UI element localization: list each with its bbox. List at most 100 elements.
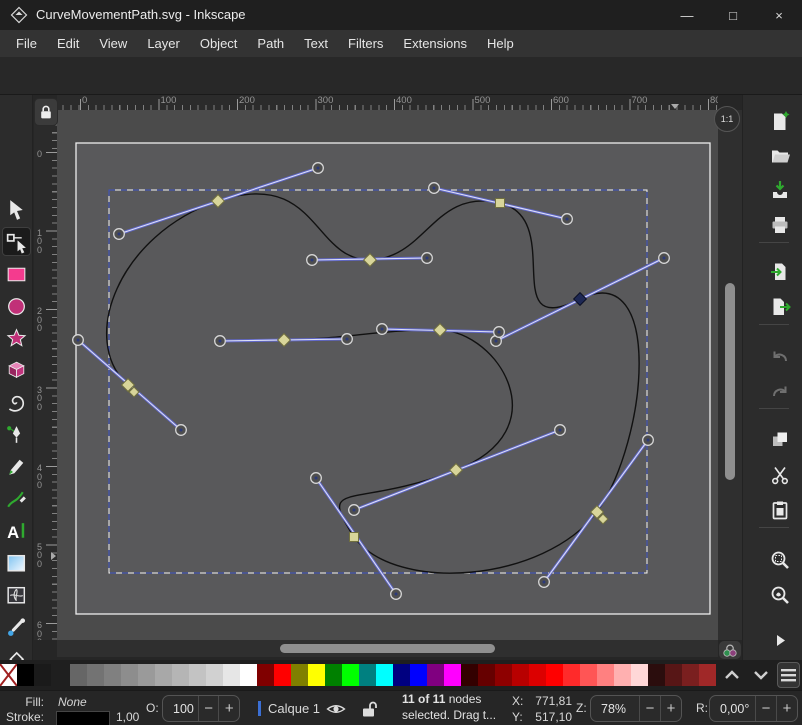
palette-swatch[interactable] bbox=[342, 664, 359, 686]
horizontal-scrollbar[interactable] bbox=[57, 640, 718, 657]
palette-swatch[interactable] bbox=[206, 664, 223, 686]
undo-icon[interactable] bbox=[769, 345, 791, 367]
palette-swatch[interactable] bbox=[461, 664, 478, 686]
palette-swatch[interactable] bbox=[512, 664, 529, 686]
palette-swatch[interactable] bbox=[121, 664, 138, 686]
open-document-icon[interactable] bbox=[769, 144, 791, 166]
opacity-increase-button[interactable]: + bbox=[218, 696, 239, 721]
vertical-ruler[interactable]: 0100200300400500600 bbox=[34, 110, 57, 640]
palette-swatch[interactable] bbox=[240, 664, 257, 686]
palette-swatch[interactable] bbox=[495, 664, 512, 686]
palette-swatch[interactable] bbox=[291, 664, 308, 686]
rotation-input[interactable]: 0,00° bbox=[710, 702, 755, 716]
maximize-button[interactable]: □ bbox=[710, 0, 756, 30]
ellipse-tool-icon[interactable] bbox=[4, 294, 29, 319]
mesh-gradient-tool-icon[interactable] bbox=[4, 583, 29, 608]
palette-swatch[interactable] bbox=[257, 664, 274, 686]
palette-swatch[interactable] bbox=[614, 664, 631, 686]
vertical-scrollbar-thumb[interactable] bbox=[725, 283, 735, 480]
zoom-selection-icon[interactable] bbox=[769, 549, 791, 571]
palette-swatch[interactable] bbox=[529, 664, 546, 686]
menu-item[interactable]: Text bbox=[294, 30, 338, 57]
fill-value[interactable]: None bbox=[58, 695, 87, 709]
close-button[interactable]: × bbox=[756, 0, 802, 30]
palette-swatch[interactable] bbox=[699, 664, 716, 686]
redo-icon[interactable] bbox=[769, 380, 791, 402]
rectangle-tool-icon[interactable] bbox=[4, 262, 29, 287]
palette-scroll-up-icon[interactable] bbox=[722, 667, 742, 683]
palette-swatch[interactable] bbox=[223, 664, 240, 686]
horizontal-ruler[interactable]: 0100200300400500600700800 bbox=[57, 95, 718, 110]
box-3d-tool-icon[interactable] bbox=[4, 358, 29, 383]
opacity-input[interactable]: 100 bbox=[163, 702, 198, 716]
zoom-input[interactable]: 78% bbox=[591, 702, 639, 716]
palette-swatch[interactable] bbox=[155, 664, 172, 686]
palette-swatch[interactable] bbox=[34, 664, 51, 686]
dropper-tool-icon[interactable] bbox=[4, 616, 29, 641]
palette-scroll-down-icon[interactable] bbox=[751, 667, 771, 683]
palette-swatch[interactable] bbox=[665, 664, 682, 686]
export-icon[interactable] bbox=[769, 296, 791, 318]
text-tool-icon[interactable]: A bbox=[4, 519, 29, 544]
minimize-button[interactable]: — bbox=[664, 0, 710, 30]
palette-swatch[interactable] bbox=[189, 664, 206, 686]
palette-menu-icon[interactable] bbox=[777, 662, 800, 688]
palette-swatch[interactable] bbox=[444, 664, 461, 686]
horizontal-scrollbar-thumb[interactable] bbox=[280, 644, 495, 653]
palette-none-swatch[interactable] bbox=[0, 664, 17, 686]
menu-item[interactable]: Layer bbox=[137, 30, 190, 57]
palette-swatch[interactable] bbox=[138, 664, 155, 686]
more-commands-icon[interactable] bbox=[769, 629, 791, 651]
palette-swatch[interactable] bbox=[70, 664, 87, 686]
save-document-icon[interactable] bbox=[769, 179, 791, 201]
layer-name[interactable]: Calque 1 bbox=[268, 701, 320, 716]
menu-item[interactable]: Path bbox=[247, 30, 294, 57]
layer-lock-icon[interactable] bbox=[360, 700, 378, 720]
rotation-decrease-button[interactable]: − bbox=[755, 696, 776, 721]
paste-icon[interactable] bbox=[769, 499, 791, 521]
path-node[interactable] bbox=[496, 199, 505, 208]
palette-swatch[interactable] bbox=[172, 664, 189, 686]
menu-item[interactable]: Edit bbox=[47, 30, 89, 57]
palette-swatch[interactable] bbox=[308, 664, 325, 686]
palette-swatch[interactable] bbox=[631, 664, 648, 686]
selector-tool-icon[interactable] bbox=[4, 198, 29, 223]
spiral-tool-icon[interactable] bbox=[4, 390, 29, 415]
opacity-decrease-button[interactable]: − bbox=[198, 696, 219, 721]
node-editor-tool-icon[interactable] bbox=[4, 230, 29, 255]
pen-tool-icon[interactable] bbox=[4, 422, 29, 447]
menu-item[interactable]: View bbox=[89, 30, 137, 57]
palette-swatch[interactable] bbox=[376, 664, 393, 686]
palette-swatch[interactable] bbox=[17, 664, 34, 686]
palette-swatch[interactable] bbox=[393, 664, 410, 686]
menu-item[interactable]: File bbox=[6, 30, 47, 57]
rotation-increase-button[interactable]: + bbox=[776, 696, 797, 721]
stroke-width-value[interactable]: 1,00 bbox=[116, 710, 139, 724]
palette-swatch[interactable] bbox=[87, 664, 104, 686]
palette-swatch[interactable] bbox=[427, 664, 444, 686]
palette-swatch[interactable] bbox=[325, 664, 342, 686]
gradient-tool-icon[interactable] bbox=[4, 551, 29, 576]
calligraphy-tool-icon[interactable] bbox=[4, 487, 29, 512]
menu-item[interactable]: Extensions bbox=[393, 30, 477, 57]
palette-swatch[interactable] bbox=[359, 664, 376, 686]
palette-swatch[interactable] bbox=[580, 664, 597, 686]
palette-swatch[interactable] bbox=[563, 664, 580, 686]
new-document-icon[interactable] bbox=[769, 110, 791, 132]
vertical-scrollbar[interactable] bbox=[718, 110, 742, 640]
import-icon[interactable] bbox=[769, 261, 791, 283]
palette-swatch[interactable] bbox=[274, 664, 291, 686]
palette-swatch[interactable] bbox=[546, 664, 563, 686]
duplicate-icon[interactable] bbox=[769, 429, 791, 451]
zoom-drawing-icon[interactable] bbox=[769, 584, 791, 606]
palette-swatch[interactable] bbox=[597, 664, 614, 686]
palette-swatch[interactable] bbox=[104, 664, 121, 686]
menu-item[interactable]: Filters bbox=[338, 30, 393, 57]
path-node[interactable] bbox=[350, 533, 359, 542]
pencil-tool-icon[interactable] bbox=[4, 455, 29, 480]
menu-item[interactable]: Object bbox=[190, 30, 248, 57]
menu-item[interactable]: Help bbox=[477, 30, 524, 57]
palette-swatch[interactable] bbox=[410, 664, 427, 686]
star-tool-icon[interactable] bbox=[4, 326, 29, 351]
canvas[interactable] bbox=[57, 110, 718, 640]
